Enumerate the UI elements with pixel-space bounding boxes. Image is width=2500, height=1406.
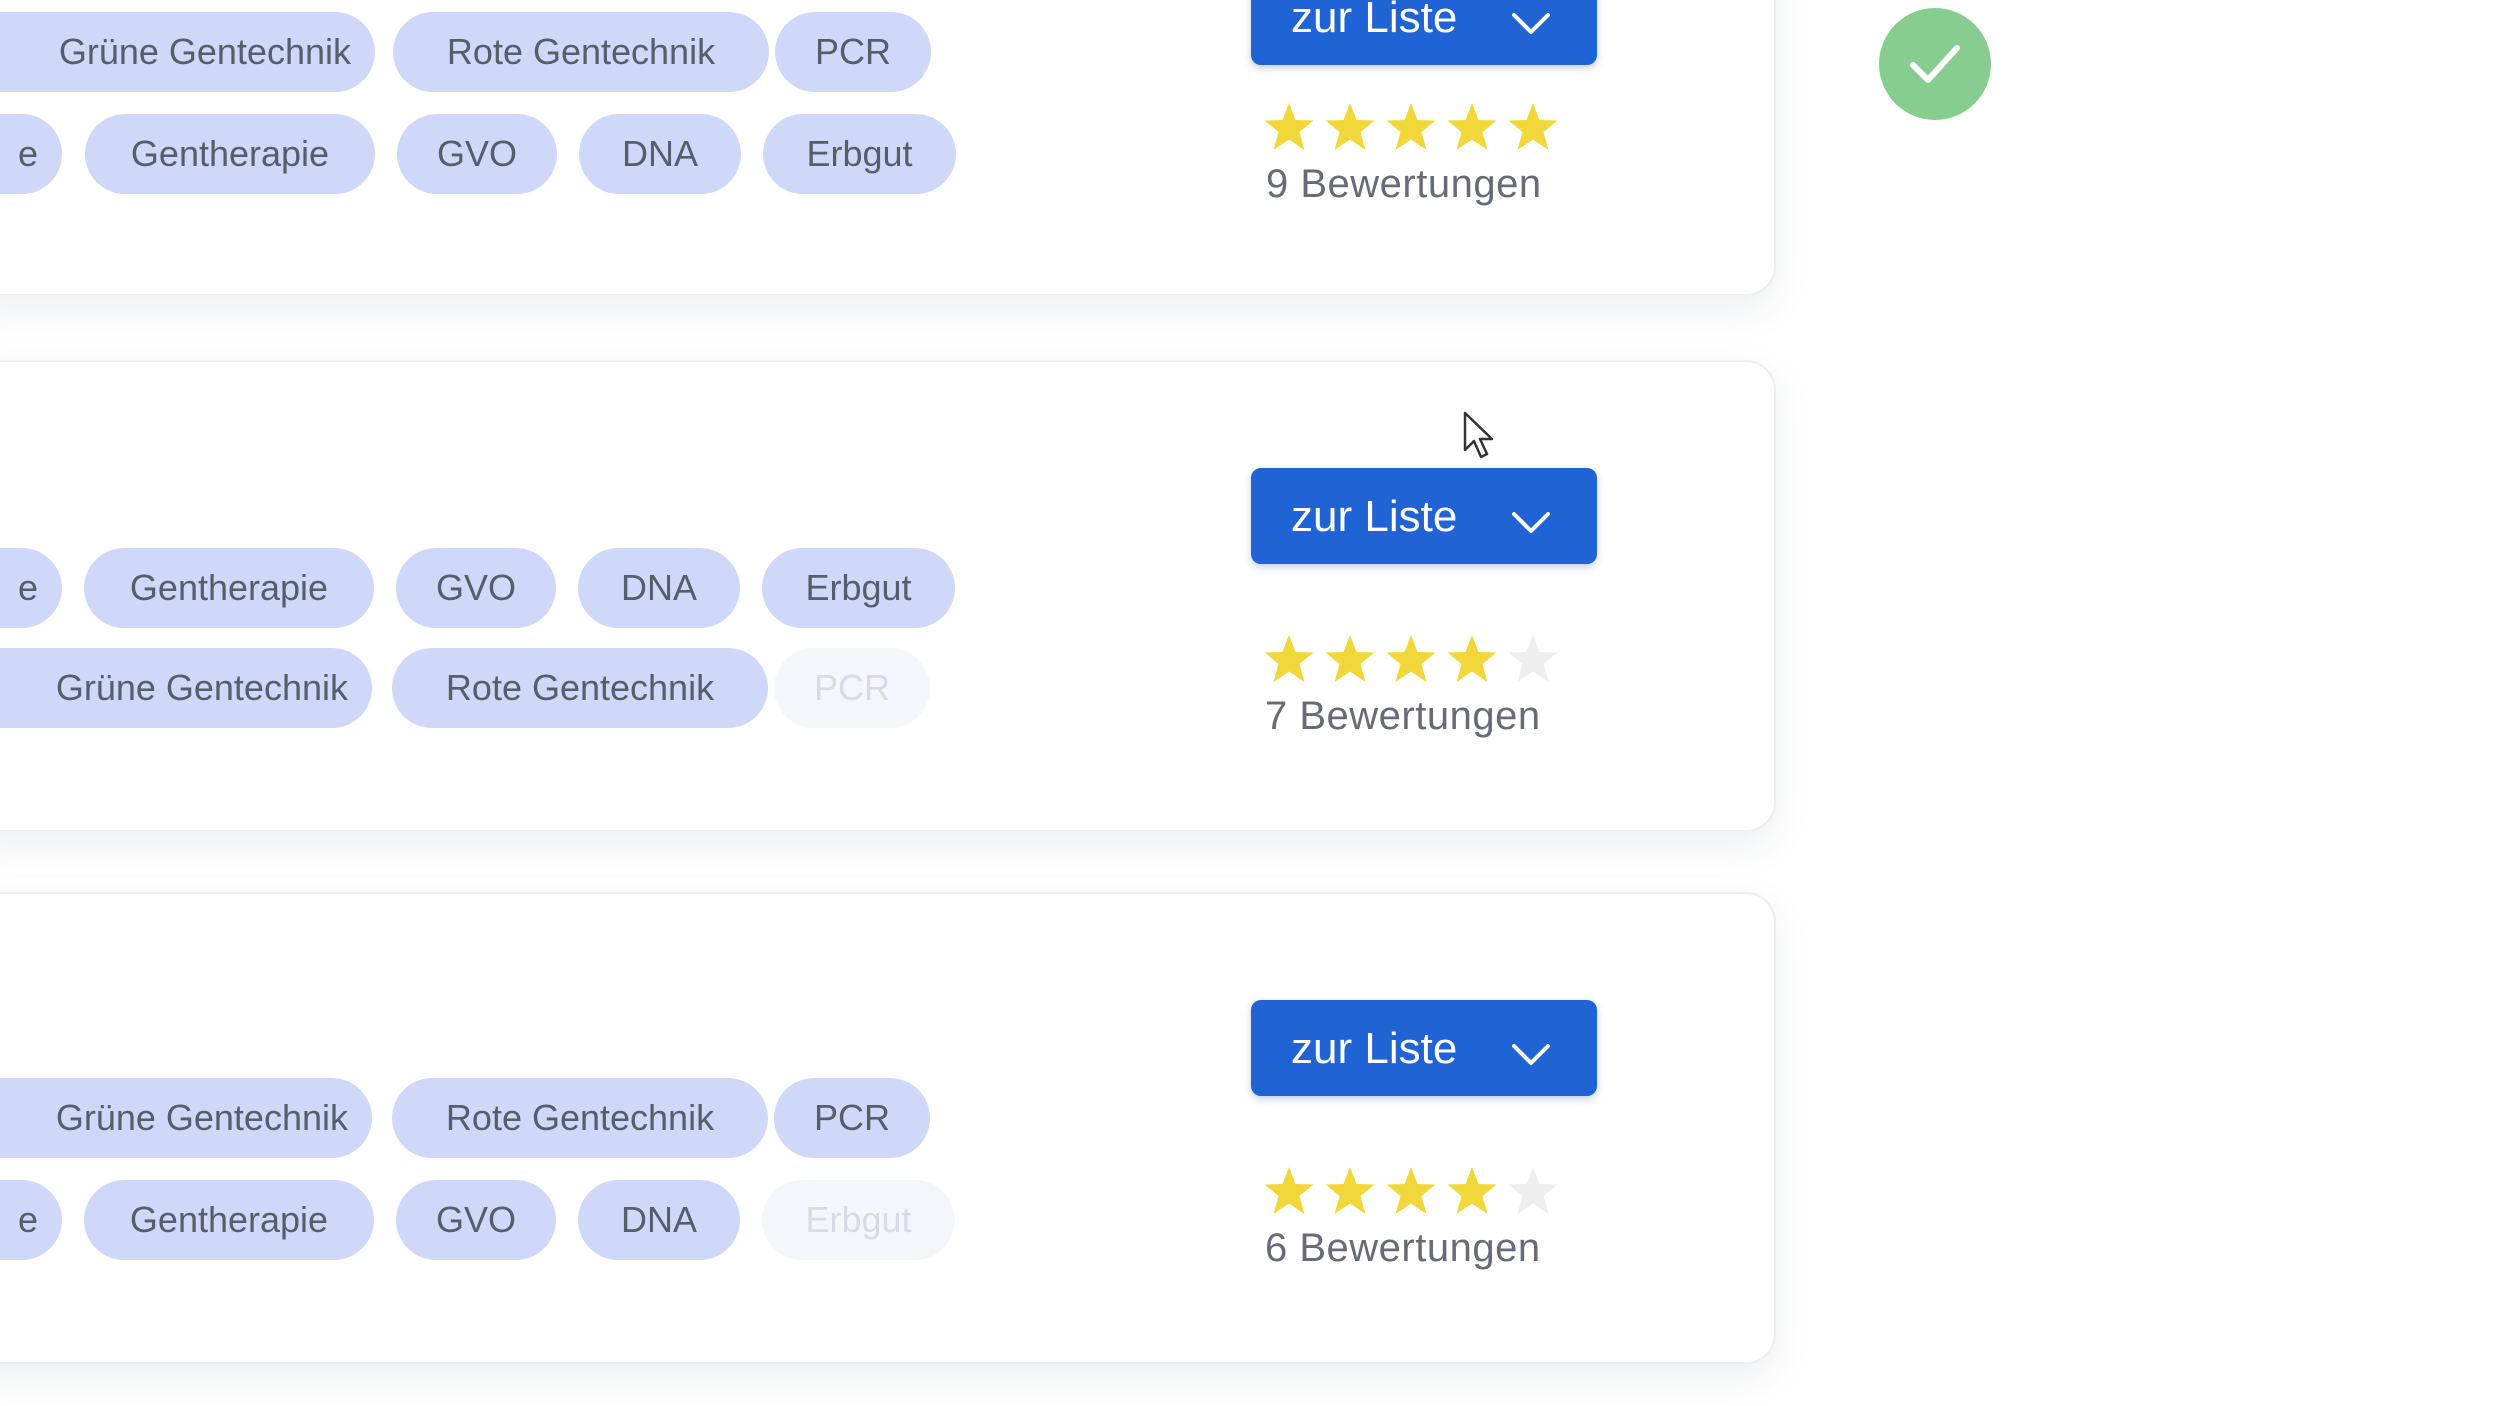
star-filled-icon bbox=[1322, 1164, 1378, 1218]
tag-gvo[interactable]: GVO bbox=[396, 548, 556, 628]
check-status bbox=[1879, 8, 1991, 120]
tag-clipped[interactable]: e bbox=[0, 548, 62, 628]
tag-gentherapie[interactable]: Gentherapie bbox=[85, 114, 375, 194]
star-empty-icon bbox=[1505, 632, 1561, 686]
tag-erbgut[interactable]: Erbgut bbox=[762, 1180, 955, 1260]
star-filled-icon bbox=[1383, 1164, 1439, 1218]
star-filled-icon bbox=[1505, 100, 1561, 154]
tag-dna[interactable]: DNA bbox=[578, 548, 740, 628]
star-filled-icon bbox=[1322, 100, 1378, 154]
tag-pcr[interactable]: PCR bbox=[775, 12, 931, 92]
tag-rote-gentechnik[interactable]: Rote Gentechnik bbox=[392, 1078, 768, 1158]
zur-liste-button[interactable]: zur Liste bbox=[1251, 1000, 1597, 1096]
tag-dna[interactable]: DNA bbox=[578, 1180, 740, 1260]
ratings-count: 7 Bewertungen bbox=[1265, 694, 1541, 738]
tag-rote-gentechnik[interactable]: Rote Gentechnik bbox=[393, 12, 769, 92]
star-filled-icon bbox=[1444, 632, 1500, 686]
star-filled-icon bbox=[1261, 632, 1317, 686]
star-filled-icon bbox=[1261, 1164, 1317, 1218]
tag-erbgut[interactable]: Erbgut bbox=[763, 114, 956, 194]
tag-gruene-gentechnik[interactable]: Grüne Gentechnik bbox=[0, 1078, 372, 1158]
zur-liste-button[interactable]: zur Liste bbox=[1251, 468, 1597, 564]
tag-clipped[interactable]: e bbox=[0, 114, 62, 194]
button-label: zur Liste bbox=[1291, 1024, 1458, 1073]
star-filled-icon bbox=[1383, 632, 1439, 686]
tag-dna[interactable]: DNA bbox=[579, 114, 741, 194]
cursor-icon bbox=[1462, 410, 1496, 467]
ratings-count: 6 Bewertungen bbox=[1265, 1226, 1541, 1270]
tag-erbgut[interactable]: Erbgut bbox=[762, 548, 955, 628]
ratings-count: 9 Bewertungen bbox=[1266, 162, 1542, 206]
star-filled-icon bbox=[1444, 1164, 1500, 1218]
tag-gvo[interactable]: GVO bbox=[396, 1180, 556, 1260]
result-card: Grüne Gentechnik Rote Gentechnik PCR e G… bbox=[0, 0, 1776, 296]
tag-gruene-gentechnik[interactable]: Grüne Gentechnik bbox=[0, 648, 372, 728]
tag-clipped[interactable]: e bbox=[0, 1180, 62, 1260]
tag-gruene-gentechnik[interactable]: Grüne Gentechnik bbox=[0, 12, 375, 92]
tag-gentherapie[interactable]: Gentherapie bbox=[84, 548, 374, 628]
result-card: e Gentherapie GVO DNA Erbgut Grüne Gente… bbox=[0, 360, 1776, 832]
tag-pcr[interactable]: PCR bbox=[774, 648, 930, 728]
tag-rote-gentechnik[interactable]: Rote Gentechnik bbox=[392, 648, 768, 728]
tag-gvo[interactable]: GVO bbox=[397, 114, 557, 194]
star-filled-icon bbox=[1261, 100, 1317, 154]
result-card: Grüne Gentechnik Rote Gentechnik PCR e G… bbox=[0, 892, 1776, 1364]
star-empty-icon bbox=[1505, 1164, 1561, 1218]
star-filled-icon bbox=[1322, 632, 1378, 686]
star-filled-icon bbox=[1444, 100, 1500, 154]
button-label: zur Liste bbox=[1291, 0, 1458, 42]
chevron-down-icon bbox=[1509, 0, 1553, 49]
tag-gentherapie[interactable]: Gentherapie bbox=[84, 1180, 374, 1260]
chevron-down-icon bbox=[1509, 498, 1553, 548]
zur-liste-button[interactable]: zur Liste bbox=[1251, 0, 1597, 65]
chevron-down-icon bbox=[1509, 1030, 1553, 1080]
button-label: zur Liste bbox=[1291, 492, 1458, 541]
tag-pcr[interactable]: PCR bbox=[774, 1078, 930, 1158]
star-filled-icon bbox=[1383, 100, 1439, 154]
